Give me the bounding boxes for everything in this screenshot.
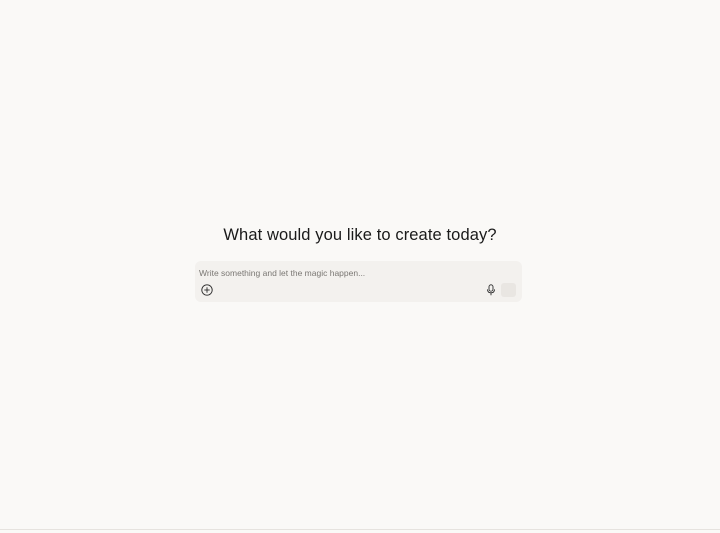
plus-circle-icon [200, 283, 213, 296]
add-attachment-button[interactable] [200, 283, 213, 296]
prompt-composer [195, 261, 522, 302]
bottom-divider [0, 529, 720, 530]
prompt-input[interactable] [198, 266, 499, 280]
send-button[interactable] [501, 283, 516, 297]
page-title: What would you like to create today? [223, 226, 497, 244]
voice-input-button[interactable] [485, 283, 497, 296]
microphone-icon [486, 283, 496, 296]
page: What would you like to create today? [0, 0, 720, 533]
